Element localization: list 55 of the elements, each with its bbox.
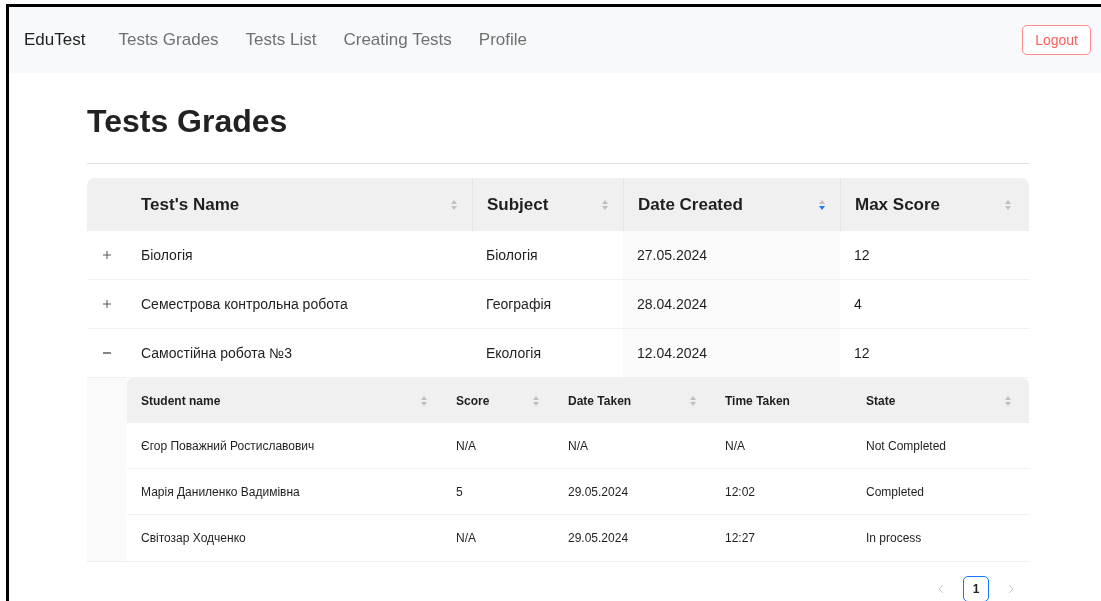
column-header: State <box>866 392 896 410</box>
sort-icon[interactable] <box>532 394 540 407</box>
table-cell-text: 12.04.2024 <box>637 343 708 363</box>
page-title: Tests Grades <box>87 97 1029 164</box>
sort-icon[interactable] <box>450 198 458 211</box>
column-header: Max Score <box>855 193 941 216</box>
sort-icon[interactable] <box>689 394 697 407</box>
table-cell: In process <box>866 531 922 545</box>
table-cell-text: Біологія <box>141 245 193 265</box>
table-cell-text: Екологія <box>486 343 541 363</box>
table-cell: Not Completed <box>866 438 947 453</box>
column-header: Date Created <box>638 193 743 216</box>
nav-link[interactable]: Tests List <box>245 27 317 53</box>
sort-icon[interactable] <box>818 198 826 211</box>
table-cell-text: Біологія <box>486 245 538 265</box>
table-cell-text: 28.04.2024 <box>637 294 708 314</box>
table-cell: N/A <box>456 438 476 453</box>
column-header: Test's Name <box>141 193 240 216</box>
table-cell: N/A <box>456 531 476 545</box>
table-cell: Марія Даниленко Вадимівна <box>141 484 300 499</box>
table-cell: 5 <box>456 484 463 499</box>
nav-link[interactable]: Tests Grades <box>118 27 219 53</box>
table-cell-text: Самостійна робота №3 <box>141 343 293 363</box>
table-cell-text: 27.05.2024 <box>637 245 708 265</box>
brand-logo[interactable]: EduTest <box>24 27 86 53</box>
nav-link[interactable]: Creating Tests <box>343 27 452 53</box>
table-cell-text: 12 <box>854 343 870 363</box>
column-header: Date Taken <box>568 392 632 410</box>
logout-button[interactable]: Logout <box>1022 25 1091 55</box>
column-header: Time Taken <box>725 392 790 410</box>
table-cell: Єгор Поважний Ростиславович <box>141 438 315 453</box>
table-cell: Completed <box>866 484 925 499</box>
sort-icon[interactable] <box>420 394 428 407</box>
chevron-left-icon <box>937 584 945 594</box>
column-header: Student name <box>141 392 221 410</box>
column-header: Subject <box>487 193 549 216</box>
sort-icon[interactable] <box>1004 394 1012 407</box>
plus-icon <box>102 250 112 260</box>
table-cell: N/A <box>725 438 745 453</box>
nav-link[interactable]: Profile <box>478 27 527 53</box>
table-cell: 12:27 <box>725 531 756 545</box>
table-cell-text: 4 <box>854 294 862 314</box>
table-cell-text: Географія <box>486 294 552 314</box>
table-cell: N/A <box>568 438 588 453</box>
table-cell: Світозар Ходченко <box>141 531 246 545</box>
table-cell: 29.05.2024 <box>568 531 629 545</box>
sort-icon[interactable] <box>1004 198 1012 211</box>
chevron-right-icon <box>1007 584 1015 594</box>
table-cell: 29.05.2024 <box>568 484 629 499</box>
table-cell: 12:02 <box>725 484 756 499</box>
table-cell-text: Семестрова контрольна робота <box>141 294 348 314</box>
sort-icon[interactable] <box>601 198 609 211</box>
column-header: Score <box>456 392 490 410</box>
plus-icon <box>102 299 112 309</box>
table-cell-text: 12 <box>854 245 870 265</box>
